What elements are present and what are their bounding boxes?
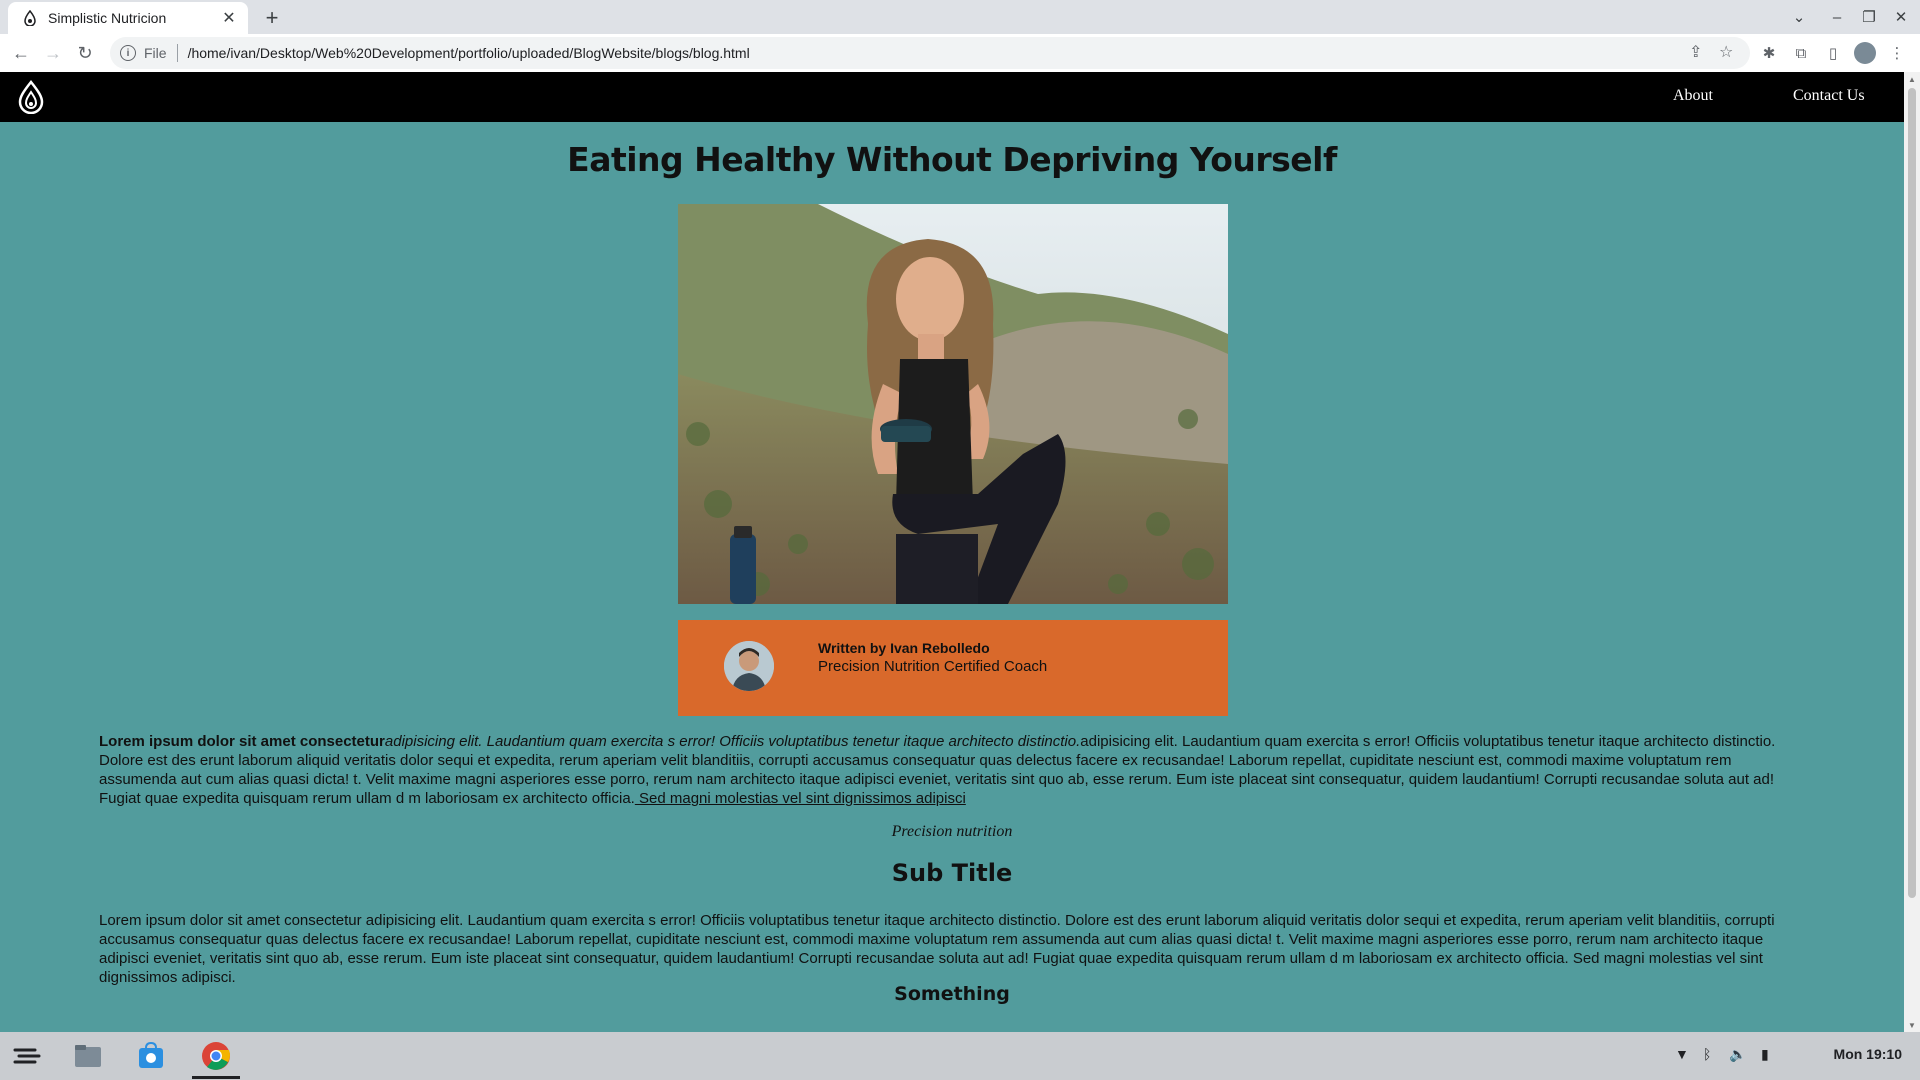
intro-link[interactable]: Sed magni molestias vel sint dignissimos…	[635, 790, 966, 807]
maximize-icon[interactable]: ❐	[1854, 4, 1884, 30]
image-caption: Precision nutrition	[891, 823, 1013, 840]
nav-about-link[interactable]: About	[1673, 87, 1713, 105]
tab-close-icon[interactable]: ✕	[220, 8, 238, 28]
volume-icon[interactable]: 🔈	[1729, 1046, 1746, 1063]
side-panel-icon[interactable]: ▯	[1822, 42, 1844, 64]
author-avatar	[724, 641, 774, 691]
share-icon[interactable]: ⇪	[1689, 42, 1702, 62]
back-icon[interactable]: ←	[7, 39, 35, 67]
intro-paragraph: Lorem ipsum dolor sit amet consecteturad…	[99, 732, 1799, 808]
hero-image	[678, 204, 1228, 604]
author-card: Written by Ivan Rebolledo Precision Nutr…	[678, 620, 1228, 716]
wifi-icon[interactable]: ▼	[1675, 1046, 1689, 1062]
url-scheme: File	[144, 45, 167, 61]
url-text[interactable]: /home/ivan/Desktop/Web%20Development/por…	[188, 45, 750, 61]
bluetooth-icon[interactable]: ᛒ	[1703, 1046, 1711, 1062]
window-close-icon[interactable]: ✕	[1886, 4, 1916, 30]
scroll-down-icon[interactable]: ▼	[1904, 1018, 1920, 1032]
minimize-icon[interactable]: –	[1822, 4, 1852, 30]
forward-icon[interactable]: →	[39, 39, 67, 67]
site-logo-icon[interactable]	[17, 79, 45, 115]
os-taskbar: ▼ ᛒ 🔈 ▮ Mon 19:10	[0, 1032, 1920, 1080]
section-heading: Something	[894, 983, 1010, 1005]
page-viewport: About Contact Us Eating Healthy Without …	[0, 72, 1904, 1032]
page-scrollbar[interactable]: ▲ ▼	[1904, 72, 1920, 1032]
chrome-app-icon[interactable]	[200, 1040, 232, 1072]
site-favicon-icon	[22, 10, 38, 26]
site-info-icon[interactable]: i	[120, 45, 136, 61]
subtitle-heading: Sub Title	[891, 859, 1013, 887]
extension-bug-icon[interactable]: ✱	[1758, 42, 1780, 64]
scroll-up-icon[interactable]: ▲	[1904, 72, 1920, 86]
address-bar[interactable]: i File /home/ivan/Desktop/Web%20Developm…	[110, 37, 1750, 69]
extensions-puzzle-icon[interactable]: ⧉	[1790, 42, 1812, 64]
bookmark-star-icon[interactable]: ☆	[1719, 42, 1733, 62]
new-tab-button[interactable]: +	[258, 4, 286, 32]
tab-title: Simplistic Nutricion	[48, 10, 167, 26]
author-name: Written by Ivan Rebolledo	[818, 640, 990, 656]
browser-tab[interactable]: Simplistic Nutricion ✕	[8, 2, 248, 34]
battery-icon[interactable]: ▮	[1761, 1046, 1769, 1063]
scrollbar-thumb[interactable]	[1908, 88, 1916, 898]
profile-avatar[interactable]	[1854, 42, 1876, 64]
nav-contact-link[interactable]: Contact Us	[1793, 87, 1865, 105]
browser-menu-icon[interactable]: ⋮	[1886, 42, 1908, 64]
system-clock[interactable]: Mon 19:10	[1834, 1046, 1902, 1062]
intro-italic-text: adipisicing elit. Laudantium quam exerci…	[384, 733, 1081, 750]
store-app-icon[interactable]	[135, 1040, 167, 1072]
intro-bold-text: Lorem ipsum dolor sit amet consectetur	[99, 733, 385, 750]
launcher-icon[interactable]	[11, 1040, 43, 1072]
browser-toolbar: ← → ↻ i File /home/ivan/Desktop/Web%20De…	[0, 34, 1920, 72]
body-paragraph: Lorem ipsum dolor sit amet consectetur a…	[99, 912, 1775, 986]
reload-icon[interactable]: ↻	[71, 39, 99, 67]
active-app-indicator	[192, 1076, 240, 1079]
files-app-icon[interactable]	[72, 1040, 104, 1072]
tab-search-icon[interactable]: ⌄	[1784, 4, 1814, 30]
url-divider	[176, 44, 178, 62]
article-title: Eating Healthy Without Depriving Yoursel…	[567, 140, 1337, 179]
site-navbar: About Contact Us	[0, 72, 1904, 122]
tab-strip: Simplistic Nutricion ✕ + ⌄ – ❐ ✕	[0, 0, 1920, 34]
author-role: Precision Nutrition Certified Coach	[818, 658, 1048, 675]
